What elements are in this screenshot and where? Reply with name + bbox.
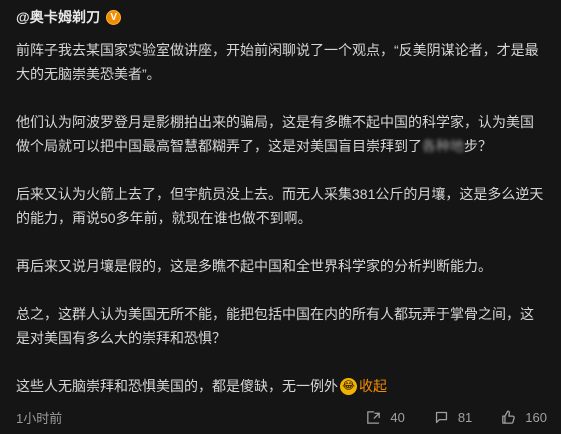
- share-action[interactable]: 40: [365, 409, 405, 426]
- laughing-emoji-icon: 😂: [340, 377, 357, 395]
- author-header: @奥卡姆剃刀 V: [16, 6, 547, 28]
- comment-count: 81: [457, 409, 473, 425]
- post-paragraph-6: 这些人无脑崇拜和恐惧美国的，都是傻缺，无一例外 😂 收起: [16, 374, 547, 398]
- comment-action[interactable]: 81: [433, 409, 472, 426]
- blurred-text: 各种地: [422, 138, 464, 154]
- paragraph-text: 这些人无脑崇拜和恐惧美国的，都是傻缺，无一例外: [16, 378, 338, 394]
- like-icon: [502, 409, 516, 424]
- share-count: 40: [390, 409, 405, 425]
- weibo-post: @奥卡姆剃刀 V 前阵子我去某国家实验室做讲座，开始前闲聊说了一个观点，“反美阴…: [0, 0, 561, 434]
- post-paragraph-2: 他们认为阿波罗登月是影棚拍出来的骗局，这是有多瞧不起中国的科学家，认为美国做个局…: [16, 110, 547, 158]
- post-paragraph-4: 再后来又说月壤是假的，这是多瞧不起中国和全世界科学家的分析判断能力。: [16, 258, 492, 274]
- paragraph-text: 步？: [464, 138, 492, 154]
- collapse-link[interactable]: 收起: [359, 378, 387, 394]
- post-paragraph-1: 前阵子我去某国家实验室做讲座，开始前闲聊说了一个观点，“反美阴谋论者，才是最大的…: [16, 42, 539, 82]
- post-actions: 40 81 160: [365, 409, 547, 426]
- author-name[interactable]: @奥卡姆剃刀: [16, 7, 100, 27]
- verified-badge-icon: V: [106, 9, 122, 25]
- post-paragraph-3: 后来又认为火箭上去了，但宇航员没上去。而无人采集381公斤的月壤，这是多么逆天的…: [16, 186, 544, 226]
- like-count: 160: [525, 409, 547, 425]
- post-paragraph-5: 总之，这群人认为美国无所不能，能把包括中国在内的所有人都玩弄于掌骨之间，这是对美…: [16, 306, 534, 346]
- like-action[interactable]: 160: [500, 409, 547, 426]
- post-footer: 1小时前 40 81 160: [16, 400, 547, 434]
- share-icon: [367, 410, 381, 424]
- post-content: 前阵子我去某国家实验室做讲座，开始前闲聊说了一个观点，“反美阴谋论者，才是最大的…: [16, 38, 547, 398]
- comment-icon: [435, 411, 447, 423]
- timestamp: 1小时前: [16, 410, 63, 426]
